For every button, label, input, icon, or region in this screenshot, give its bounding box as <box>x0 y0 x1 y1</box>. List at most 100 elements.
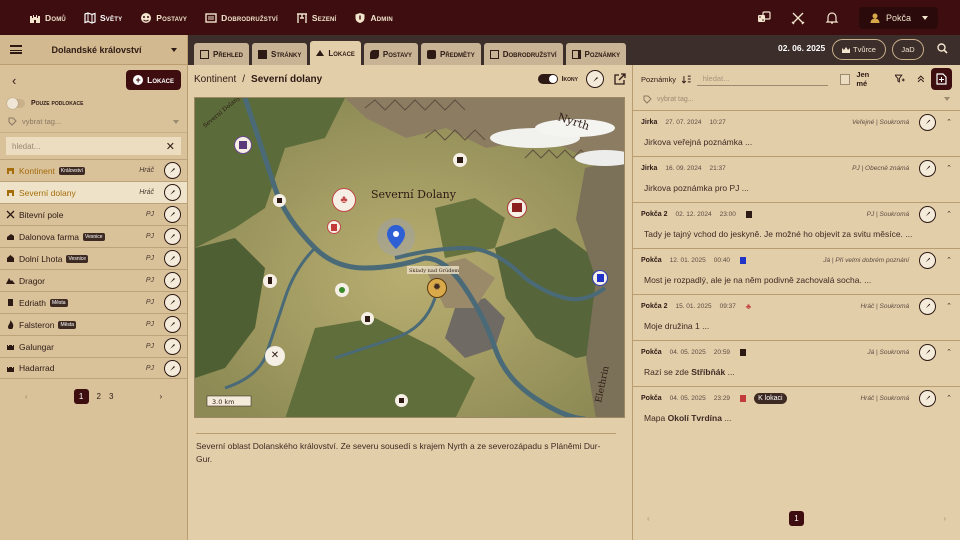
bell-icon[interactable] <box>825 11 839 25</box>
group-marker-icon[interactable]: ♣ <box>332 188 356 212</box>
sort-icon[interactable] <box>682 75 691 84</box>
tent-marker-icon[interactable] <box>263 274 277 288</box>
compass-icon[interactable] <box>919 251 937 269</box>
compass-icon[interactable] <box>164 294 181 311</box>
list-item[interactable]: Edriath Města PJ <box>0 291 187 313</box>
book-marker-icon[interactable] <box>327 220 341 234</box>
add-location-button[interactable]: + Lokace <box>126 70 181 90</box>
house-marker-icon[interactable] <box>453 153 467 167</box>
toggle-switch[interactable] <box>7 97 25 109</box>
prev-page-icon[interactable]: ‹ <box>25 392 28 401</box>
compass-icon[interactable] <box>919 297 937 315</box>
breadcrumb-root[interactable]: Kontinent <box>194 74 236 85</box>
tab-pages[interactable]: Stránky <box>252 43 308 65</box>
prev-page-icon[interactable]: ‹ <box>647 514 650 523</box>
sublocations-toggle[interactable]: Pouze podlokace <box>0 95 187 111</box>
nav-characters[interactable]: Postavy <box>131 0 196 35</box>
compass-icon[interactable] <box>164 228 181 245</box>
nav-home[interactable]: Domů <box>20 0 75 35</box>
next-page-icon[interactable]: › <box>943 514 946 523</box>
menu-icon[interactable] <box>10 45 22 54</box>
note-tag[interactable]: K lokaci <box>754 392 787 404</box>
chevron-up-icon[interactable]: ⌃ <box>946 210 952 218</box>
nav-admin[interactable]: Admin <box>345 0 401 35</box>
battle-marker-icon[interactable]: ✕ <box>265 346 285 366</box>
tab-adventures[interactable]: Dobrodružství <box>483 43 563 65</box>
world-initials-button[interactable]: JaD <box>892 39 924 60</box>
collapse-all-icon[interactable] <box>917 75 925 83</box>
list-item[interactable]: Severní dolany Hráč <box>0 181 187 203</box>
note-marker-icon[interactable] <box>361 312 374 325</box>
toggle-switch[interactable] <box>537 74 558 84</box>
compass-icon[interactable] <box>164 250 181 267</box>
book-marker-blue-icon[interactable] <box>592 270 608 286</box>
notes-tag-select[interactable]: vybrat tag... <box>633 93 960 105</box>
crossed-swords-icon[interactable] <box>791 11 805 25</box>
compass-icon[interactable] <box>919 343 937 361</box>
list-item[interactable]: Dolní Lhota Vesnice PJ <box>0 247 187 269</box>
map-pin-icon[interactable] <box>377 218 415 256</box>
back-arrow-icon[interactable]: ‹ <box>12 73 16 88</box>
compass-icon[interactable] <box>919 159 937 177</box>
nav-sessions[interactable]: Sezení <box>287 0 346 35</box>
location-search-input[interactable]: hledat... ✕ <box>6 137 181 155</box>
notes-search-input[interactable]: hledat... <box>696 72 828 86</box>
chevron-up-icon[interactable]: ⌃ <box>946 164 952 172</box>
note-link[interactable]: Okolí Tvrdína <box>668 413 722 423</box>
icons-toggle[interactable]: Ikony <box>537 70 626 88</box>
tree-marker-icon[interactable] <box>335 283 349 297</box>
list-item[interactable]: Galungar PJ <box>0 335 187 357</box>
list-item[interactable]: Dalonova farma Vesnice PJ <box>0 225 187 247</box>
note-link[interactable]: Stříbňák <box>691 367 725 377</box>
fortress-marker-icon[interactable] <box>507 198 527 218</box>
clear-search-icon[interactable]: ✕ <box>166 140 175 153</box>
kingdom-selector[interactable]: Dolandské království <box>0 35 187 65</box>
compass-icon[interactable] <box>164 162 181 179</box>
lock-marker-icon[interactable] <box>273 194 286 207</box>
only-mine-checkbox[interactable] <box>839 73 851 85</box>
castle-marker-icon[interactable] <box>234 136 252 154</box>
filter-add-icon[interactable] <box>895 74 905 84</box>
nav-adventures[interactable]: Dobrodružství <box>196 0 287 35</box>
chevron-up-icon[interactable]: ⌃ <box>946 394 952 402</box>
ruin-marker-icon[interactable] <box>395 394 408 407</box>
next-page-icon[interactable]: › <box>159 392 162 401</box>
tab-notes[interactable]: Poznámky <box>565 43 627 65</box>
nav-worlds[interactable]: Světy <box>75 0 131 35</box>
chevron-up-icon[interactable]: ⌃ <box>946 302 952 310</box>
list-item[interactable]: Bitevní pole PJ <box>0 203 187 225</box>
new-note-button[interactable] <box>930 68 952 90</box>
chevron-up-icon[interactable]: ⌃ <box>946 348 952 356</box>
list-item[interactable]: Dragor PJ <box>0 269 187 291</box>
tab-characters[interactable]: Postavy <box>363 43 419 65</box>
page-2[interactable]: 2 <box>97 392 101 401</box>
page-1[interactable]: 1 <box>73 389 89 404</box>
tag-select[interactable]: vybrat tag... <box>0 111 187 133</box>
creator-button[interactable]: Tvůrce <box>832 39 886 60</box>
user-menu-button[interactable]: Pokča <box>858 6 938 29</box>
compass-icon[interactable] <box>164 359 181 377</box>
chevron-up-icon[interactable]: ⌃ <box>946 256 952 264</box>
location-map[interactable]: Severní Dolany Nyrth Elethrin Severní Do… <box>194 97 625 418</box>
search-icon[interactable] <box>937 43 948 54</box>
compass-icon[interactable] <box>164 338 181 355</box>
notes-page-1[interactable]: 1 <box>789 511 804 526</box>
star-marker-icon[interactable]: ✹ <box>427 278 447 298</box>
page-3[interactable]: 3 <box>109 392 113 401</box>
compass-icon[interactable] <box>919 389 937 407</box>
tab-items[interactable]: Předměty <box>421 43 481 65</box>
list-item[interactable]: Hadarrad PJ <box>0 357 187 379</box>
list-item[interactable]: Falsteron Města PJ <box>0 313 187 335</box>
compass-icon[interactable] <box>586 70 604 88</box>
tab-overview[interactable]: Přehled <box>194 43 250 65</box>
list-item[interactable]: Kontinent Království Hráč <box>0 159 187 181</box>
compass-icon[interactable] <box>164 272 181 289</box>
compass-icon[interactable] <box>919 113 937 131</box>
compass-icon[interactable] <box>919 205 937 223</box>
external-link-icon[interactable] <box>614 73 626 85</box>
tab-locations[interactable]: Lokace <box>310 41 361 65</box>
compass-icon[interactable] <box>164 184 181 201</box>
compass-icon[interactable] <box>164 206 181 223</box>
dice-icon[interactable] <box>757 10 771 25</box>
chevron-up-icon[interactable]: ⌃ <box>946 118 952 126</box>
